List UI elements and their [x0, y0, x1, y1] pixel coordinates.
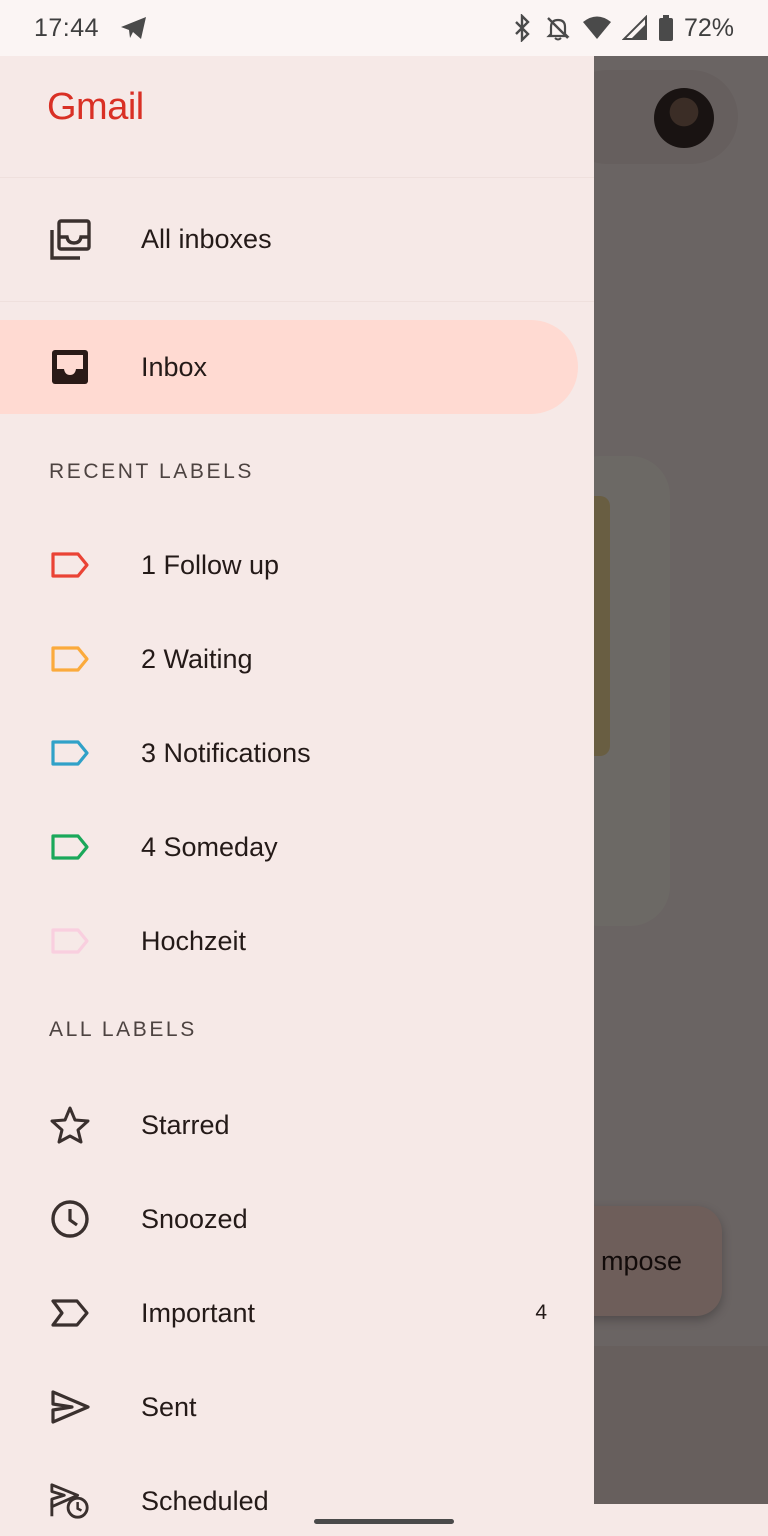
label-icon: [49, 826, 91, 868]
send-icon: [49, 1386, 91, 1428]
status-time: 17:44: [34, 13, 100, 42]
signal-icon: [621, 15, 648, 41]
nav-item-label: Scheduled: [141, 1485, 269, 1516]
recent-labels-list: 1 Follow up 2 Waiting 3 Notifications 4 …: [0, 518, 594, 988]
nav-item-scheduled[interactable]: Scheduled: [0, 1454, 594, 1536]
important-icon: [49, 1292, 91, 1334]
drawer-header: Gmail: [0, 56, 594, 178]
battery-percentage: 72%: [683, 13, 734, 42]
clock-icon: [49, 1198, 91, 1240]
screen: 17:44 72% Gmail All inboxes Inbox RECENT…: [0, 0, 768, 1536]
inbox-section: Inbox: [0, 302, 594, 470]
unread-count: 4: [535, 1301, 547, 1324]
telegram-icon: [119, 15, 149, 41]
notifications-off-icon: [544, 14, 572, 42]
nav-item-label: All inboxes: [141, 224, 272, 254]
status-right: 72%: [510, 14, 734, 43]
nav-item-label-follow-up[interactable]: 1 Follow up: [0, 518, 594, 612]
nav-item-label: Inbox: [141, 351, 208, 382]
nav-item-label-someday[interactable]: 4 Someday: [0, 800, 594, 894]
home-indicator[interactable]: [314, 1519, 454, 1524]
navigation-drawer: Gmail All inboxes Inbox RECENT LABELS 1 …: [0, 56, 594, 1536]
nav-item-label: Hochzeit: [141, 925, 247, 956]
wifi-icon: [582, 15, 612, 41]
nav-item-label: 3 Notifications: [141, 737, 311, 768]
nav-item-label: Important: [141, 1297, 256, 1328]
all-inboxes-icon: [49, 218, 91, 261]
nav-item-label: Starred: [141, 1109, 230, 1140]
nav-item-sent[interactable]: Sent: [0, 1360, 594, 1454]
nav-item-inbox[interactable]: Inbox: [0, 320, 578, 414]
battery-icon: [658, 14, 674, 42]
recent-labels-header: RECENT LABELS: [49, 460, 254, 483]
nav-item-important[interactable]: Important 4: [0, 1266, 594, 1360]
nav-item-label: Sent: [141, 1391, 197, 1422]
label-icon: [49, 638, 91, 680]
all-labels-list: Starred Snoozed Important 4 Sent Schedul…: [0, 1078, 594, 1536]
app-logo: Gmail: [47, 86, 144, 128]
label-icon: [49, 920, 91, 962]
inbox-icon: [49, 346, 91, 388]
nav-item-label-notifications[interactable]: 3 Notifications: [0, 706, 594, 800]
nav-item-label: 1 Follow up: [141, 549, 280, 580]
nav-item-label: 4 Someday: [141, 831, 278, 862]
status-left: 17:44: [34, 14, 149, 43]
star-icon: [49, 1104, 91, 1146]
nav-item-starred[interactable]: Starred: [0, 1078, 594, 1172]
label-icon: [49, 544, 91, 586]
nav-item-label: Snoozed: [141, 1203, 248, 1234]
nav-item-label-hochzeit[interactable]: Hochzeit: [0, 894, 594, 988]
nav-item-label: 2 Waiting: [141, 643, 253, 674]
scheduled-send-icon: [49, 1480, 91, 1522]
status-bar: 17:44 72%: [0, 0, 768, 56]
label-icon: [49, 732, 91, 774]
bluetooth-icon: [510, 14, 534, 42]
nav-item-all-inboxes[interactable]: All inboxes: [0, 178, 594, 302]
all-labels-header: ALL LABELS: [49, 1018, 197, 1041]
nav-item-label-waiting[interactable]: 2 Waiting: [0, 612, 594, 706]
nav-item-snoozed[interactable]: Snoozed: [0, 1172, 594, 1266]
